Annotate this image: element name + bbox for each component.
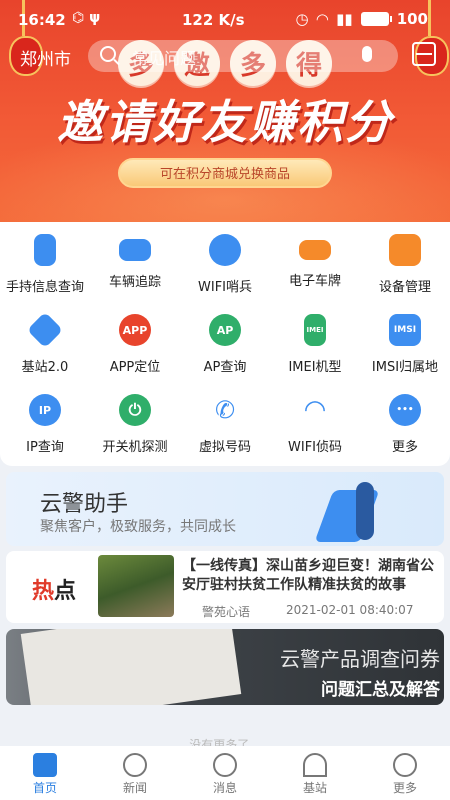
tab-label: 新闻 [122, 781, 147, 795]
survey-banner[interactable]: 云警产品调查问券 问题汇总及解答 [6, 629, 444, 705]
handheld-icon [34, 234, 56, 266]
app-pin-icon: APP [119, 314, 151, 346]
status-right-icons: ◷ ◠ ▮▮ 100 [296, 10, 428, 28]
device-icon [389, 234, 421, 266]
grid-item-label: 设备管理 [378, 280, 431, 295]
battery-level: 100 [396, 10, 428, 28]
survey-subtitle: 问题汇总及解答 [321, 680, 440, 700]
grid-item-label: WIFI哨兵 [198, 280, 252, 295]
tab-label: 基站 [302, 781, 327, 795]
tab-base-station[interactable]: 基站 [270, 746, 360, 800]
grid-item-label: 车辆追踪 [108, 275, 161, 290]
hot-tag-char-1: 热 [32, 579, 55, 604]
survey-title: 云警产品调查问券 [280, 647, 440, 671]
news-title: 【一线传真】深山苗乡迎巨变！湖南省公安厅驻村扶贫工作队精准扶贫的故事 [182, 558, 434, 593]
grid-item-label: 手持信息查询 [5, 280, 84, 295]
grid-item-label: IP查询 [26, 440, 64, 455]
more-dots-icon: ••• [389, 394, 421, 426]
scan-icon[interactable] [412, 42, 436, 66]
search-bar[interactable]: 常见问题 [88, 40, 398, 72]
news-thumbnail [98, 555, 174, 617]
search-icon [100, 46, 116, 62]
home-icon [33, 753, 57, 777]
signal-status-icon: ▮▮ [336, 10, 353, 28]
banner-subtitle-pill[interactable]: 可在积分商城兑换商品 [118, 158, 332, 188]
grid-item-label: 开关机探测 [102, 440, 168, 455]
grid-item-e-plate[interactable]: 电子车牌 [270, 222, 360, 302]
grid-item-device-mgmt[interactable]: 设备管理 [360, 222, 450, 302]
ap-search-icon: AP [209, 314, 241, 346]
grid-item-ap-query[interactable]: AP AP查询 [180, 302, 270, 382]
news-card[interactable]: 热点 【一线传真】深山苗乡迎巨变！湖南省公安厅驻村扶贫工作队精准扶贫的故事 警苑… [6, 551, 444, 623]
grid-item-imsi[interactable]: IMSI IMSI归属地 [360, 302, 450, 382]
signal-icon [303, 753, 327, 777]
assistant-title: 云警助手 [40, 492, 129, 517]
status-notification-icons: ⌬ ψ [72, 10, 101, 26]
banner-headline: 邀请好友赚积分 [57, 95, 393, 149]
function-grid: 手持信息查询 车辆追踪 WIFI哨兵 电子车牌 设备管理 基站2.0 APP A… [0, 222, 450, 466]
grid-item-vehicle[interactable]: 车辆追踪 [90, 222, 180, 302]
grid-item-label: WIFI侦码 [288, 440, 342, 455]
grid-item-label: AP查询 [203, 360, 247, 375]
grid-item-label: 更多 [391, 440, 418, 455]
grid-item-virtual-number[interactable]: ✆ 虚拟号码 [180, 382, 270, 462]
tab-label: 消息 [212, 781, 237, 795]
grid-item-wifi-sentinel[interactable]: WIFI哨兵 [180, 222, 270, 302]
microphone-icon[interactable] [362, 46, 372, 62]
grid-item-imei[interactable]: IMEI IMEI机型 [270, 302, 360, 382]
bottom-tab-bar: 首页 新闻 消息 基站 更多 [0, 746, 450, 800]
person-illustration [356, 482, 374, 540]
imsi-card-icon: IMSI [389, 314, 421, 346]
grid-item-label: 虚拟号码 [198, 440, 251, 455]
grid-item-ip-query[interactable]: IP IP查询 [0, 382, 90, 462]
grid-item-more[interactable]: ••• 更多 [360, 382, 450, 462]
tab-messages[interactable]: 消息 [180, 746, 270, 800]
tab-label: 首页 [32, 781, 57, 795]
hot-tag-char-2: 点 [54, 579, 77, 604]
battery-icon [360, 12, 392, 26]
grid-item-label: 电子车牌 [288, 274, 341, 289]
tab-more[interactable]: 更多 [360, 746, 450, 800]
status-network-speed: 122 K/s [182, 11, 245, 29]
user-icon [393, 753, 417, 777]
grid-item-label: IMEI机型 [288, 360, 342, 375]
grid-item-power-detect[interactable]: ⏻ 开关机探测 [90, 382, 180, 462]
hot-tag: 热点 [32, 573, 76, 605]
city-selector[interactable]: 郑州市 [20, 45, 71, 70]
wifi-antenna-icon [209, 234, 241, 266]
wifi-status-icon: ◠ [316, 10, 329, 28]
assistant-subtitle: 聚焦客户，极致服务，共同成长 [40, 519, 236, 535]
layers-icon [26, 311, 64, 349]
wifi-icon: ◠ [305, 395, 325, 425]
promo-banner[interactable]: 16:42 ⌬ ψ 122 K/s ◷ ◠ ▮▮ 100 多 邀 多 得 郑州市… [0, 0, 450, 222]
compass-icon [123, 753, 147, 777]
status-bar: 16:42 ⌬ ψ 122 K/s ◷ ◠ ▮▮ 100 [0, 0, 450, 40]
car-icon [119, 239, 151, 261]
license-plate-icon [299, 240, 331, 260]
alarm-icon: ◷ [295, 10, 309, 28]
tab-home[interactable]: 首页 [0, 746, 90, 800]
news-source: 警苑心语 [202, 605, 251, 619]
grid-item-handheld[interactable]: 手持信息查询 [0, 222, 90, 302]
phone-call-icon: ✆ [214, 396, 236, 424]
notebook-illustration [20, 629, 242, 705]
tab-label: 更多 [392, 781, 417, 795]
grid-item-base-station[interactable]: 基站2.0 [0, 302, 90, 382]
message-icon [213, 753, 237, 777]
ip-search-icon: IP [29, 394, 61, 426]
status-time: 16:42 [18, 11, 66, 29]
tab-news[interactable]: 新闻 [90, 746, 180, 800]
grid-item-label: 基站2.0 [21, 360, 69, 375]
assistant-banner[interactable]: 云警助手 聚焦客户，极致服务，共同成长 [6, 472, 444, 546]
grid-item-label: IMSI归属地 [371, 360, 439, 375]
grid-item-app-location[interactable]: APP APP定位 [90, 302, 180, 382]
grid-item-label: APP定位 [109, 360, 161, 375]
search-placeholder: 常见问题 [132, 49, 197, 68]
power-icon: ⏻ [119, 394, 151, 426]
grid-item-wifi-detect[interactable]: ◠ WIFI侦码 [270, 382, 360, 462]
news-date: 2021-02-01 08:40:07 [286, 603, 414, 617]
imei-phone-icon: IMEI [304, 314, 326, 346]
